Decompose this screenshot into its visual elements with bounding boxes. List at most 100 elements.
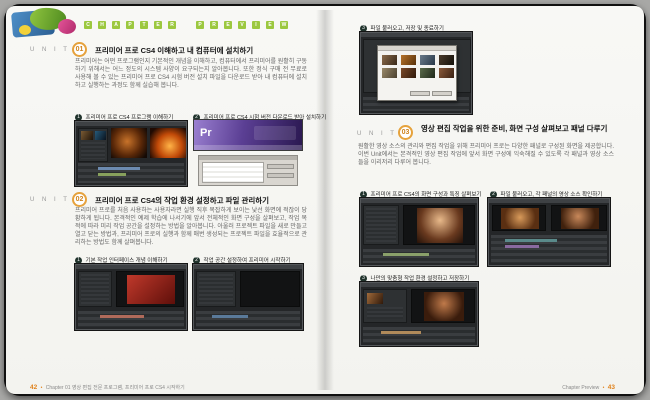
premiere-pr-logo: Pr	[200, 127, 212, 139]
clip-bar	[505, 245, 539, 248]
monitor-image	[417, 208, 463, 243]
screenshot-workspace-dark	[193, 264, 303, 330]
unit3-number-badge: 03	[398, 125, 413, 140]
screenshot-custom-workspace	[360, 282, 478, 346]
project-panel	[78, 271, 112, 307]
timeline-panel	[363, 249, 475, 263]
project-panel	[363, 289, 407, 323]
installer-panel	[254, 126, 296, 140]
banner-letter: H	[98, 21, 106, 29]
screenshot-premiere-interface	[75, 121, 187, 186]
clip-bar	[98, 167, 140, 170]
screenshot-import-dialog	[360, 32, 472, 114]
dialog-file-list	[202, 162, 264, 183]
thumbnail	[95, 131, 106, 140]
cancel-button	[432, 91, 452, 96]
file-thumbnail	[401, 55, 416, 65]
file-thumbnail	[420, 68, 435, 78]
caption-u1-1: 1 프리미어 프로 CS4 프로그램 이해하기	[75, 113, 173, 121]
file-thumbnail	[439, 68, 454, 78]
unit1-number-badge: 01	[72, 42, 87, 57]
banner-letter: C	[84, 21, 92, 29]
monitor-image	[424, 292, 464, 321]
caption-number-badge: 2	[193, 257, 200, 264]
dialog-title-bar	[199, 156, 297, 160]
caption-number-badge: 2	[490, 191, 497, 198]
banner-letter: R	[210, 21, 218, 29]
screenshot-screen-layout	[360, 198, 478, 266]
file-thumbnail	[420, 55, 435, 65]
footer-divider: •	[603, 385, 605, 391]
right-page-footer: Chapter Preview • 43	[430, 384, 615, 391]
source-monitor	[492, 205, 546, 231]
unit1-title: 프리미어 프로 CS4 이해하고 내 컴퓨터에 설치하기	[95, 46, 310, 55]
clip-bar	[100, 315, 144, 318]
banner-letter: A	[112, 21, 120, 29]
menu-bar	[489, 199, 609, 203]
clip-bar	[505, 239, 557, 242]
chapter-preview-banner: CHAPTERPREVIEW	[84, 13, 294, 23]
caption-number-badge: 3	[360, 25, 367, 32]
menu-bar	[361, 283, 477, 287]
footer-divider: •	[41, 385, 43, 391]
banner-letter: R	[168, 21, 176, 29]
caption-u3-2: 2 파일 불러오고, 각 패널의 영상 소스 확인하기	[490, 190, 602, 198]
banner-letter: P	[126, 21, 134, 29]
unit3-label: U N I T	[357, 131, 397, 137]
right-page-number: 43	[608, 384, 615, 391]
menu-bar	[194, 265, 302, 269]
caption-u2-1: 1 기본 작업 인터페이스 개념 이해하기	[75, 256, 168, 264]
menu-bar	[76, 265, 186, 269]
menu-bar	[361, 199, 477, 203]
unit1-body: 프리미어는 어떤 프로그램인지 기본적인 개념을 이해하고, 컴퓨터에서 프리미…	[75, 59, 307, 91]
program-monitor	[411, 289, 475, 323]
caption-continued: 3 파일 불러오고, 저장 및 종료하기	[360, 24, 444, 32]
banner-letter: E	[154, 21, 162, 29]
file-thumbnail	[401, 68, 416, 78]
caption-number-badge: 1	[75, 257, 82, 264]
caption-number-badge: 1	[75, 114, 82, 121]
caption-number-badge: 3	[360, 275, 367, 282]
spread-content: CHAPTERPREVIEW U N I T 01 프리미어 프로 CS4 이해…	[0, 0, 650, 400]
file-thumbnail	[439, 55, 454, 65]
right-footer-text: Chapter Preview	[562, 385, 599, 391]
thumbnail	[81, 131, 93, 140]
caption-u3-1: 1 프리미어 프로 CS4의 화면 구성과 특징 살펴보기	[360, 190, 481, 198]
banner-letter: T	[140, 21, 148, 29]
program-monitor	[403, 205, 475, 245]
banner-letter: W	[280, 21, 288, 29]
file-thumbnail	[382, 68, 397, 78]
program-monitor	[240, 271, 300, 307]
monitor-image	[561, 208, 599, 229]
unit1-label: U N I T	[30, 47, 70, 53]
open-button	[410, 91, 430, 96]
clip-list	[366, 208, 396, 242]
caption-number-badge: 1	[360, 191, 367, 198]
monitor-image	[127, 275, 175, 304]
timeline-panel	[363, 327, 475, 343]
source-monitor-image	[111, 128, 147, 158]
screenshot-installer-splash: Pr	[193, 119, 303, 151]
dialog-title-bar	[378, 46, 456, 51]
collage-pink-shape	[58, 19, 76, 34]
left-page-number: 42	[30, 384, 37, 391]
dialog-button	[267, 173, 294, 178]
dialog-button	[267, 164, 294, 169]
banner-letter: P	[196, 21, 204, 29]
program-monitor	[551, 205, 607, 231]
clip-list	[81, 274, 109, 304]
unit3-body: 원활한 영상 소스의 관리와 편집 작업을 위해 프리미어 프로는 다양한 패널…	[358, 144, 614, 168]
unit2-label: U N I T	[30, 197, 70, 203]
clip-list	[367, 307, 403, 319]
caption-u2-2: 2 작업 공간 설정하여 프리미어 시작하기	[193, 256, 291, 264]
banner-letter: I	[252, 21, 260, 29]
project-panel	[196, 271, 236, 307]
timeline-panel	[196, 311, 300, 327]
thumbnail	[367, 293, 383, 304]
import-file-dialog	[377, 45, 457, 101]
monitor-image	[501, 208, 539, 229]
timeline-panel	[78, 311, 184, 327]
banner-letter: V	[238, 21, 246, 29]
banner-letter: E	[224, 21, 232, 29]
clip-bar	[98, 173, 126, 176]
